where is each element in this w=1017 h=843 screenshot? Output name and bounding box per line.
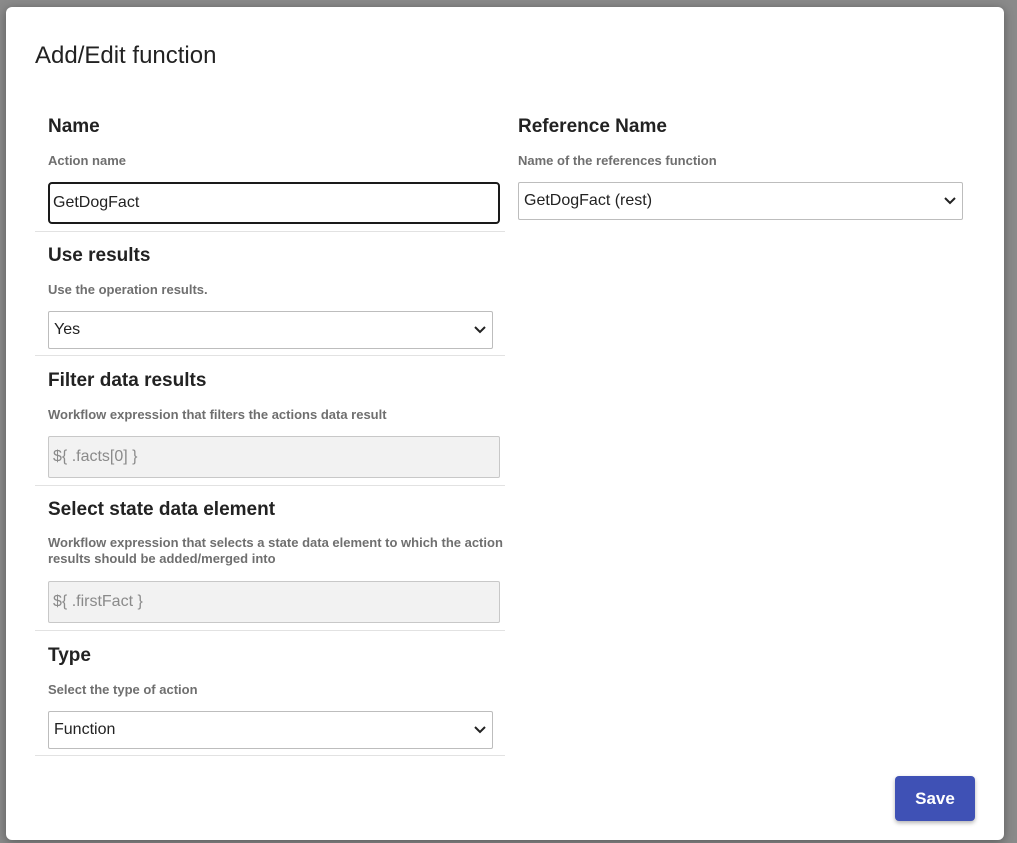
type-selected: Function bbox=[54, 721, 116, 738]
reference-name-help: Name of the references function bbox=[518, 153, 717, 168]
save-button[interactable]: Save bbox=[895, 776, 975, 821]
name-input[interactable] bbox=[48, 182, 500, 224]
filter-data-results-input[interactable] bbox=[48, 436, 500, 478]
divider bbox=[35, 231, 505, 232]
use-results-label: Use results bbox=[48, 245, 151, 266]
dialog-title: Add/Edit function bbox=[35, 42, 217, 69]
name-label: Name bbox=[48, 116, 100, 137]
chevron-down-icon bbox=[473, 723, 487, 737]
reference-name-selected: GetDogFact (rest) bbox=[524, 192, 653, 209]
divider bbox=[35, 755, 505, 756]
chevron-down-icon bbox=[943, 194, 957, 208]
add-edit-function-dialog: Add/Edit function Name Action name Refer… bbox=[6, 7, 1004, 840]
select-state-data-element-label: Select state data element bbox=[48, 499, 276, 520]
filter-data-results-label: Filter data results bbox=[48, 370, 207, 391]
reference-name-label: Reference Name bbox=[518, 116, 667, 137]
use-results-selected: Yes bbox=[54, 321, 81, 338]
divider bbox=[35, 485, 505, 486]
type-select[interactable]: Function bbox=[48, 711, 493, 749]
chevron-down-icon bbox=[473, 323, 487, 337]
select-state-data-element-input[interactable] bbox=[48, 581, 500, 623]
type-help: Select the type of action bbox=[48, 682, 198, 697]
divider bbox=[35, 355, 505, 356]
name-help: Action name bbox=[48, 153, 127, 168]
filter-data-results-help: Workflow expression that filters the act… bbox=[48, 407, 387, 422]
use-results-help: Use the operation results. bbox=[48, 282, 208, 297]
reference-name-select[interactable]: GetDogFact (rest) bbox=[518, 182, 963, 220]
use-results-select[interactable]: Yes bbox=[48, 311, 493, 349]
divider bbox=[35, 630, 505, 631]
select-state-data-element-help: Workflow expression that selects a state… bbox=[48, 535, 503, 566]
type-label: Type bbox=[48, 645, 91, 666]
